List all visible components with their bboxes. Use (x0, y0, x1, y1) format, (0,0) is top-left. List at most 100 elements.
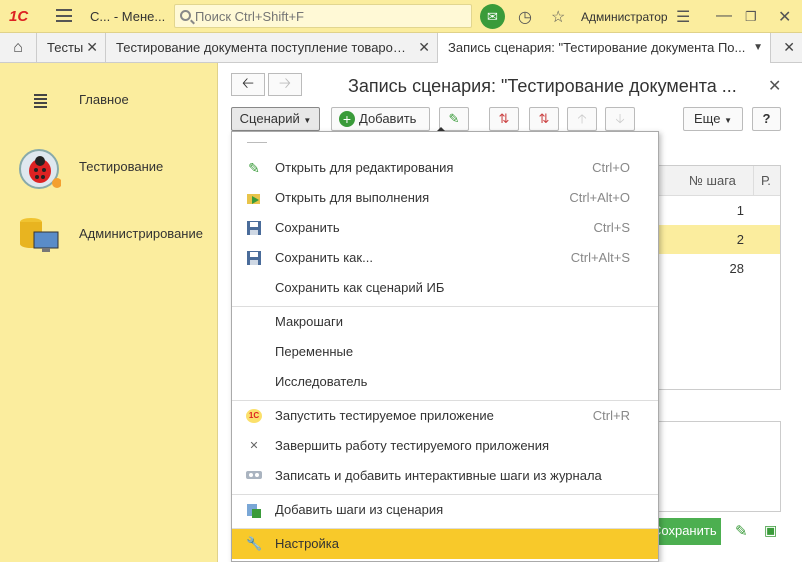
close-form-icon[interactable]: ✕ (768, 76, 781, 96)
tab-tests[interactable]: Тесты ✕ (37, 33, 106, 63)
search-icon (180, 10, 191, 21)
close-tab-icon[interactable]: ✕ (418, 39, 430, 56)
menu-icon[interactable] (56, 9, 72, 22)
menu-item-launch-app[interactable]: 1C Запустить тестируемое приложение Ctrl… (232, 401, 658, 431)
close-tab-icon[interactable]: ✕ (86, 39, 98, 56)
menu-item-label: Исследователь (275, 374, 368, 389)
screen-icon[interactable]: ▣ (764, 522, 777, 539)
history-icon[interactable]: ◷ (518, 7, 532, 27)
sidebar-item-administration[interactable]: Администрирование (0, 206, 218, 260)
menu-item-save-as-ib[interactable]: Сохранить как сценарий ИБ (232, 273, 658, 303)
menu-item-label: Запустить тестируемое приложение (275, 408, 494, 423)
star-icon[interactable]: ☆ (551, 7, 565, 27)
window-title: Запись сценария: "Тестирование документа… (348, 76, 737, 96)
dropdown-arrow-icon: ▼ (724, 116, 732, 125)
help-label: ? (762, 111, 771, 126)
notification-bell-icon[interactable]: ✉ (480, 4, 505, 29)
tab-scenario-recording[interactable]: Запись сценария: "Тестирование документа… (438, 33, 771, 64)
user-name[interactable]: Администратор (581, 10, 668, 24)
app-logo: 1С (9, 8, 29, 25)
top-bar: 1С С... - Мене... ✉ ◷ ☆ Администратор ☰ … (0, 0, 802, 33)
database-computer-icon (17, 216, 61, 252)
table-row[interactable]: 1 (659, 196, 780, 225)
save-label: Сохранить (652, 523, 717, 538)
menu-item-save[interactable]: Сохранить Ctrl+S (232, 213, 658, 243)
add-button[interactable]: + Добавить (331, 107, 430, 131)
list-icon (17, 82, 61, 118)
menu-item-shortcut: Ctrl+O (592, 160, 630, 175)
menu-item-explorer[interactable]: Исследователь (232, 367, 658, 397)
home-icon[interactable]: ⌂ (0, 33, 37, 63)
menu-item-macrosteps[interactable]: Макрошаги (232, 307, 658, 337)
menu-item-label: Завершить работу тестируемого приложения (275, 438, 550, 453)
back-button[interactable]: 🡠 (231, 73, 265, 96)
open-run-icon (246, 191, 262, 205)
tab-label: Тесты (47, 40, 84, 55)
sidebar-item-testing[interactable]: Тестирование (0, 139, 218, 193)
step-number: 2 (736, 232, 744, 247)
menu-item-save-as[interactable]: Сохранить как... Ctrl+Alt+S (232, 243, 658, 273)
tab-dropdown-icon[interactable]: ▼ (753, 42, 763, 53)
menu-item-label: Настройка (275, 536, 339, 551)
table-row[interactable]: 2 (659, 225, 780, 254)
arrow-up-icon: 🡡 (577, 111, 587, 126)
floppy-icon (246, 221, 262, 235)
menu-item-add-steps[interactable]: Добавить шаги из сценария (232, 495, 658, 525)
close-window-icon[interactable]: ✕ (778, 7, 791, 27)
steps-table[interactable]: № шага Р. 1 2 28 (658, 165, 781, 390)
sort-icon: ⇅ (538, 111, 550, 126)
sort-desc-button[interactable]: ⇅ (489, 107, 519, 131)
menu-item-label: Добавить шаги из сценария (275, 502, 444, 517)
app-title: С... - Мене... (90, 9, 166, 24)
column-step-number[interactable]: № шага (689, 173, 736, 188)
add-label: Добавить (359, 111, 417, 126)
step-number: 1 (736, 203, 744, 218)
column-r[interactable]: Р. (761, 173, 771, 188)
save-button[interactable]: Сохранить (652, 518, 721, 545)
menu-item-shortcut: Ctrl+Alt+S (570, 250, 630, 265)
tab-label: Запись сценария: "Тестирование документа… (448, 40, 746, 55)
pencil-icon: ✎ (248, 160, 260, 176)
menu-item-record-journal[interactable]: Записать и добавить интерактивные шаги и… (232, 461, 658, 491)
scenario-menu-button[interactable]: Сценарий ▼ (231, 107, 320, 131)
menu-item-label: Сохранить как сценарий ИБ (275, 280, 445, 295)
search-box[interactable] (174, 4, 472, 28)
comment-field[interactable] (658, 421, 781, 512)
edit-text-icon[interactable]: ✎ (735, 522, 748, 540)
minimize-icon[interactable]: — (716, 7, 732, 25)
restore-icon[interactable]: ❐ (745, 9, 757, 25)
forward-button[interactable]: 🡢 (268, 73, 302, 96)
tab-document-test[interactable]: Тестирование документа поступление товар… (106, 33, 438, 63)
add-plus-icon: + (339, 111, 355, 127)
menu-item-shortcut: Ctrl+Alt+O (569, 190, 630, 205)
arrow-down-icon: 🡣 (615, 111, 625, 126)
settings-menu-icon[interactable]: ☰ (676, 7, 690, 27)
table-row[interactable]: 28 (659, 254, 780, 283)
more-label: Еще (694, 111, 721, 126)
add-steps-icon (246, 503, 262, 518)
sort-icon: ⇅ (498, 111, 510, 126)
scenario-label: Сценарий (239, 111, 300, 126)
search-input[interactable] (195, 7, 465, 25)
scenario-dropdown-menu: ✎ Открыть для редактирования Ctrl+O Откр… (231, 131, 659, 562)
move-up-button[interactable]: 🡡 (567, 107, 597, 131)
menu-item-open-run[interactable]: Открыть для выполнения Ctrl+Alt+O (232, 183, 658, 213)
menu-item-label: Сохранить как... (275, 250, 373, 265)
tabs-overflow[interactable]: ✕ (771, 33, 802, 63)
menu-item-open-edit[interactable]: ✎ Открыть для редактирования Ctrl+O (232, 153, 658, 183)
move-down-button[interactable]: 🡣 (605, 107, 635, 131)
help-button[interactable]: ? (752, 107, 781, 131)
ladybug-icon (17, 149, 62, 189)
table-header: № шага Р. (659, 166, 780, 196)
menu-item-settings[interactable]: 🔧 Настройка (232, 529, 658, 559)
sidebar-item-main[interactable]: Главное (0, 72, 218, 126)
dropdown-arrow-icon: ▼ (303, 116, 312, 125)
menu-item-label: Открыть для выполнения (275, 190, 430, 205)
menu-item-variables[interactable]: Переменные (232, 337, 658, 367)
sort-asc-button[interactable]: ⇅ (529, 107, 559, 131)
more-button[interactable]: Еще ▼ (683, 107, 743, 131)
close-tab-icon[interactable]: ✕ (783, 39, 795, 56)
menu-item-stop-app[interactable]: ✕ Завершить работу тестируемого приложен… (232, 431, 658, 461)
menu-item-shortcut: Ctrl+R (592, 408, 630, 423)
menu-item-label: Переменные (275, 344, 354, 359)
